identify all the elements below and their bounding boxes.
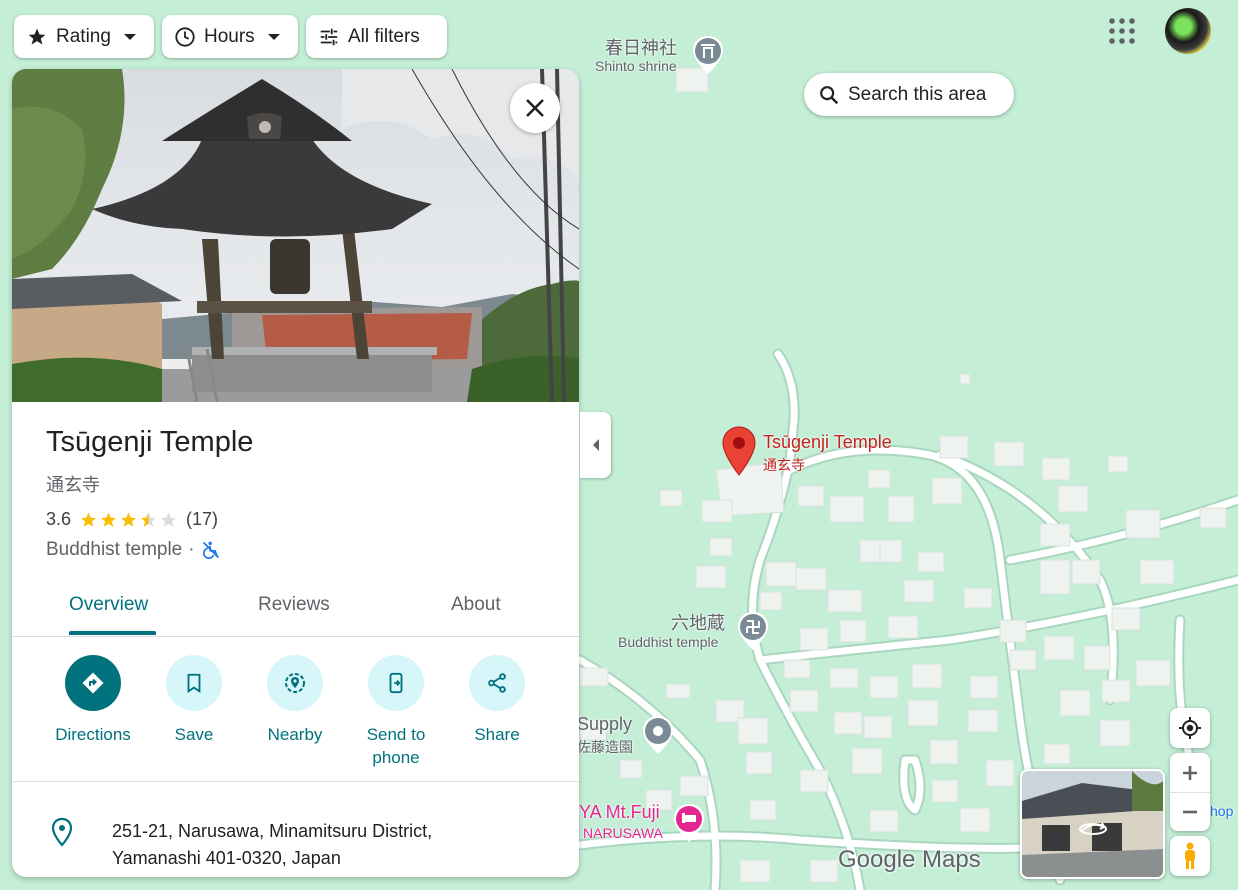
bookmark-icon [187, 673, 201, 693]
rating-stars [79, 511, 178, 529]
rokujizo-name[interactable]: 六地蔵 [671, 609, 725, 635]
my-location-button[interactable] [1170, 708, 1210, 748]
address-line-1: 251-21, Narusawa, Minamitsuru District, [112, 821, 433, 841]
place-title: Tsūgenji Temple [46, 426, 254, 458]
review-count: (17) [186, 509, 219, 529]
hotel-marker-icon[interactable] [673, 802, 705, 844]
star-full-icon [101, 512, 117, 527]
place-tabs: Overview Reviews About [12, 579, 579, 637]
tab-about[interactable]: About [451, 594, 501, 616]
account-avatar[interactable] [1165, 8, 1211, 54]
category-row: Buddhist temple · [46, 539, 221, 561]
supply-name[interactable]: Supply [577, 714, 632, 735]
shop-marker-icon[interactable] [642, 714, 674, 756]
zoom-out-button[interactable] [1170, 793, 1210, 831]
location-pin-icon [51, 817, 73, 847]
hotel-sub: NARUSAWA [583, 825, 663, 841]
supply-native: 佐藤造園 [577, 739, 633, 755]
shrine-name[interactable]: 春日神社 [605, 34, 677, 60]
rokujizo-type: Buddhist temple [618, 634, 719, 650]
search-this-area-button[interactable]: Search this area [804, 73, 1014, 116]
star-half-icon [141, 512, 157, 527]
chevron-down-icon [119, 26, 141, 48]
close-icon [526, 99, 544, 117]
send-to-phone-label: Send to phone [366, 725, 426, 767]
chevron-left-icon [592, 439, 599, 451]
search-icon [818, 84, 840, 106]
share-icon [488, 673, 506, 693]
place-photo[interactable] [12, 69, 579, 402]
star-full-icon [81, 512, 97, 527]
action-buttons: Directions Save Nearby Send to phone Sha… [12, 655, 579, 782]
my-location-icon [1179, 717, 1201, 739]
search-this-area-label: Search this area [848, 83, 987, 105]
star-empty-icon [161, 512, 177, 527]
hours-filter-chip[interactable]: Hours [162, 15, 298, 58]
nearby-button[interactable]: Nearby [245, 655, 345, 746]
shrine-marker-icon[interactable] [692, 34, 724, 76]
active-tab-indicator [69, 631, 156, 635]
directions-label: Directions [55, 725, 131, 744]
selected-place-label[interactable]: Tsūgenji Temple [763, 432, 892, 453]
all-filters-label: All filters [348, 25, 420, 47]
zoom-controls [1170, 753, 1210, 831]
plus-icon [1183, 765, 1197, 780]
clock-icon [174, 26, 196, 48]
place-native-name: 通玄寺 [46, 475, 100, 495]
hours-filter-label: Hours [204, 25, 255, 47]
street-view-thumbnail[interactable] [1020, 769, 1165, 879]
buddhist-temple-marker-icon[interactable] [737, 610, 769, 652]
close-panel-button[interactable] [510, 83, 560, 133]
category-separator: · [188, 539, 195, 560]
star-full-icon [121, 512, 137, 527]
tab-reviews[interactable]: Reviews [258, 594, 330, 616]
selected-place-native: 通玄寺 [763, 457, 805, 473]
share-label: Share [474, 725, 520, 744]
zoom-in-button[interactable] [1170, 754, 1210, 793]
directions-icon [82, 672, 104, 694]
collapse-panel-button[interactable] [580, 412, 611, 478]
directions-button[interactable]: Directions [43, 655, 143, 746]
send-to-phone-button[interactable]: Send to phone [346, 655, 446, 769]
chevron-down-icon [263, 26, 285, 48]
place-details-panel: Tsūgenji Temple 通玄寺 3.6 (17) Buddhist te… [12, 69, 579, 877]
place-category[interactable]: Buddhist temple [46, 539, 182, 561]
pegman-button[interactable] [1170, 836, 1210, 876]
google-maps-logo: Google Maps [838, 846, 981, 873]
shrine-type: Shinto shrine [595, 58, 677, 74]
save-button[interactable]: Save [144, 655, 244, 746]
address-line-2: Yamanashi 401-0320, Japan [112, 848, 341, 868]
tab-overview[interactable]: Overview [69, 594, 148, 616]
rating-filter-chip[interactable]: Rating [14, 15, 154, 58]
hotel-name[interactable]: YA Mt.Fuji [579, 802, 660, 823]
nearby-label: Nearby [267, 725, 323, 744]
minus-icon [1183, 810, 1197, 813]
star-icon [26, 26, 48, 48]
rating-filter-label: Rating [56, 25, 111, 47]
rating-row[interactable]: 3.6 (17) [46, 509, 218, 530]
no-wheelchair-access-icon [202, 541, 219, 559]
all-filters-chip[interactable]: All filters [306, 15, 447, 58]
send-to-phone-icon [389, 672, 403, 694]
rating-value: 3.6 [46, 509, 72, 529]
apps-grid-icon[interactable] [1108, 17, 1136, 45]
save-label: Save [174, 725, 214, 744]
pegman-icon [1185, 842, 1195, 869]
tune-icon [318, 26, 340, 48]
selected-place-pin-icon[interactable] [721, 425, 757, 477]
share-button[interactable]: Share [447, 655, 547, 746]
nearby-icon [285, 673, 305, 693]
